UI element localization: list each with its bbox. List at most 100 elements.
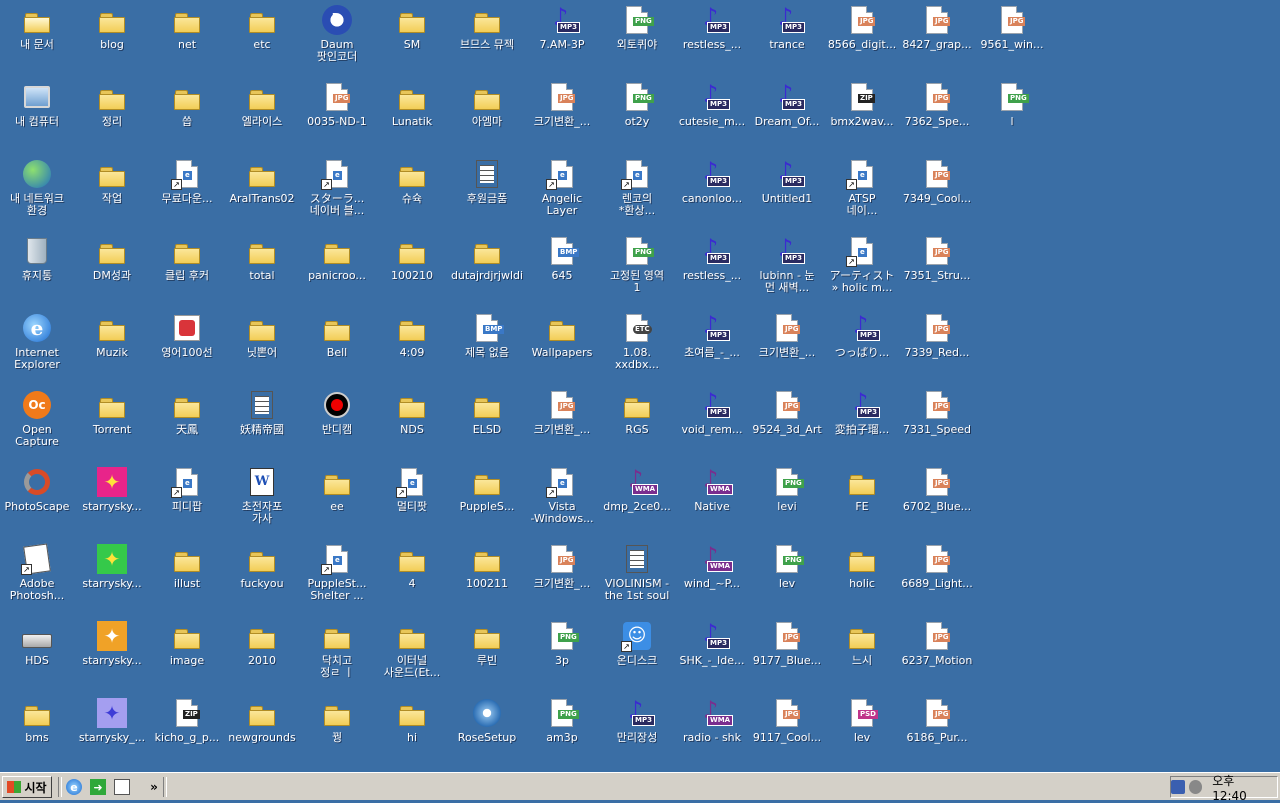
- desktop-icon[interactable]: PNG 3p: [525, 618, 599, 694]
- desktop-icon[interactable]: AraITrans02: [225, 156, 299, 232]
- desktop-icon[interactable]: JPG 크기변환_...: [750, 310, 824, 386]
- desktop-icon[interactable]: ☺ ↗ 온디스크: [600, 618, 674, 694]
- desktop-icon[interactable]: JPG 7351_Stru...: [900, 233, 974, 309]
- desktop-icon[interactable]: D Daum 팟인코더: [300, 2, 374, 78]
- desktop-icon[interactable]: bms: [0, 695, 74, 771]
- desktop-icon[interactable]: W 초전자포 가사: [225, 464, 299, 540]
- desktop-icon[interactable]: RoseSetup: [450, 695, 524, 771]
- desktop-icon[interactable]: 느시: [825, 618, 899, 694]
- desktop-icon[interactable]: e ↗ ATSP 네이...: [825, 156, 899, 232]
- desktop-icon[interactable]: e ↗ 렌코의 *환상...: [600, 156, 674, 232]
- volume-tray-icon[interactable]: [1188, 780, 1203, 794]
- desktop-icon[interactable]: JPG 7362_Spe...: [900, 79, 974, 155]
- desktop-icon[interactable]: JPG 9177_Blue...: [750, 618, 824, 694]
- desktop-icon[interactable]: JPG 8427_grap...: [900, 2, 974, 78]
- desktop-icon[interactable]: JPG 7331_Speed: [900, 387, 974, 463]
- desktop-icon[interactable]: SM: [375, 2, 449, 78]
- desktop-icon[interactable]: BMP 645: [525, 233, 599, 309]
- desktop-icon[interactable]: NDS: [375, 387, 449, 463]
- desktop-icon[interactable]: JPG 6186_Pur...: [900, 695, 974, 771]
- desktop-icon[interactable]: PNG 외토퀴야: [600, 2, 674, 78]
- desktop-icon[interactable]: 100211: [450, 541, 524, 617]
- desktop-icon[interactable]: total: [225, 233, 299, 309]
- desktop-icon[interactable]: ♪ MP3 restless_...: [675, 233, 749, 309]
- desktop-icon[interactable]: PNG 고정된 영역 1: [600, 233, 674, 309]
- desktop-icon[interactable]: JPG 7349_Cool...: [900, 156, 974, 232]
- desktop-icon[interactable]: ♪ MP3 void_rem...: [675, 387, 749, 463]
- desktop-icon[interactable]: 닥치고 정ㄹ ㅣ: [300, 618, 374, 694]
- desktop-icon[interactable]: JPG 크기변환_...: [525, 387, 599, 463]
- desktop-icon[interactable]: 브므스 뮤젝: [450, 2, 524, 78]
- desktop-icon[interactable]: JPG 9524_3d_Art: [750, 387, 824, 463]
- desktop-icon[interactable]: PNG l: [975, 79, 1049, 155]
- desktop-icon[interactable]: ETC 1.08. xxdbx...: [600, 310, 674, 386]
- desktop-icon[interactable]: e ↗ アーティスト » holic m...: [825, 233, 899, 309]
- desktop-icon[interactable]: ♪ WMA wind_~P...: [675, 541, 749, 617]
- desktop-icon[interactable]: PNG ot2y: [600, 79, 674, 155]
- desktop-icon[interactable]: e ↗ 무료다운...: [150, 156, 224, 232]
- desktop-icon[interactable]: Bell: [300, 310, 374, 386]
- show-desktop-icon[interactable]: ➜: [90, 779, 106, 795]
- network-tray-icon[interactable]: [1171, 780, 1185, 794]
- desktop-icon[interactable]: PNG levi: [750, 464, 824, 540]
- desktop-icon[interactable]: JPG 6702_Blue...: [900, 464, 974, 540]
- desktop-icon[interactable]: JPG 9117_Cool...: [750, 695, 824, 771]
- desktop-icon[interactable]: net: [150, 2, 224, 78]
- start-button[interactable]: 시작: [2, 776, 52, 798]
- desktop-icon[interactable]: 4: [375, 541, 449, 617]
- desktop-icon[interactable]: ✦ starrysky...: [75, 464, 149, 540]
- desktop-icon[interactable]: e ↗ Angelic Layer: [525, 156, 599, 232]
- desktop-icon[interactable]: ♪ MP3 lubinn - 눈 먼 새벽...: [750, 233, 824, 309]
- desktop-icon[interactable]: 휴지통: [0, 233, 74, 309]
- desktop-icon[interactable]: DM성과: [75, 233, 149, 309]
- desktop-icon[interactable]: Muzik: [75, 310, 149, 386]
- desktop-icon[interactable]: 꿩: [300, 695, 374, 771]
- quick-launch-window-icon[interactable]: [114, 779, 130, 795]
- desktop-icon[interactable]: hi: [375, 695, 449, 771]
- desktop-icon[interactable]: ♪ WMA dmp_2ce0...: [600, 464, 674, 540]
- desktop-icon[interactable]: e ↗ PuppleSt... Shelter ...: [300, 541, 374, 617]
- desktop-icon[interactable]: 내 네트워크 환경: [0, 156, 74, 232]
- desktop-icon[interactable]: JPG 8566_digit...: [825, 2, 899, 78]
- desktop-icon[interactable]: ♪ MP3 canonloo...: [675, 156, 749, 232]
- desktop-icon[interactable]: PNG lev: [750, 541, 824, 617]
- desktop-icon[interactable]: ♪ MP3 cutesie_m...: [675, 79, 749, 155]
- desktop-icon[interactable]: JPG 6689_Light...: [900, 541, 974, 617]
- desktop-icon[interactable]: 정리: [75, 79, 149, 155]
- desktop-icon[interactable]: RGS: [600, 387, 674, 463]
- desktop-icon[interactable]: 天鳳: [150, 387, 224, 463]
- desktop-icon[interactable]: ♪ MP3 Untitled1: [750, 156, 824, 232]
- desktop-icon[interactable]: Torrent: [75, 387, 149, 463]
- desktop-icon[interactable]: 슈슉: [375, 156, 449, 232]
- desktop-icon[interactable]: 이터널 사운드(Et...: [375, 618, 449, 694]
- desktop-icon[interactable]: dutajrdjrjwldi: [450, 233, 524, 309]
- desktop-icon[interactable]: 후원금품: [450, 156, 524, 232]
- desktop-icon[interactable]: e ↗ Vista -Windows...: [525, 464, 599, 540]
- desktop-icon[interactable]: blog: [75, 2, 149, 78]
- desktop-icon[interactable]: ♪ MP3 つっぱり...: [825, 310, 899, 386]
- desktop-icon[interactable]: 내 문서: [0, 2, 74, 78]
- desktop-icon[interactable]: 씁: [150, 79, 224, 155]
- desktop-icon[interactable]: panicroo...: [300, 233, 374, 309]
- quick-launch-ie-icon[interactable]: e: [66, 779, 82, 795]
- desktop-icon[interactable]: ♪ MP3 7.AM-3P: [525, 2, 599, 78]
- desktop-icon[interactable]: e ↗ 피디팝: [150, 464, 224, 540]
- desktop-icon[interactable]: PuppleS...: [450, 464, 524, 540]
- desktop-icon[interactable]: Oc Open Capture: [0, 387, 74, 463]
- desktop-icon[interactable]: ✦ starrysky...: [75, 541, 149, 617]
- desktop-icon[interactable]: ♪ MP3 変拍子瑠...: [825, 387, 899, 463]
- desktop-icon[interactable]: 100210: [375, 233, 449, 309]
- desktop-icon[interactable]: 내 컴퓨터: [0, 79, 74, 155]
- desktop-icon[interactable]: 엘라이스: [225, 79, 299, 155]
- desktop-icon[interactable]: JPG 0035-ND-1: [300, 79, 374, 155]
- desktop-icon[interactable]: 2010: [225, 618, 299, 694]
- quick-launch-more-button[interactable]: »: [146, 779, 162, 795]
- desktop-icon[interactable]: e ↗ スターラ... 네이버 블...: [300, 156, 374, 232]
- desktop-icon[interactable]: JPG 크기변환_...: [525, 541, 599, 617]
- desktop-icon[interactable]: 妖精帝國: [225, 387, 299, 463]
- desktop-icon[interactable]: PSD lev: [825, 695, 899, 771]
- desktop-icon[interactable]: illust: [150, 541, 224, 617]
- desktop-icon[interactable]: ♪ MP3 trance: [750, 2, 824, 78]
- desktop-icon[interactable]: JPG 7339_Red...: [900, 310, 974, 386]
- desktop-icon[interactable]: ♪ WMA Native: [675, 464, 749, 540]
